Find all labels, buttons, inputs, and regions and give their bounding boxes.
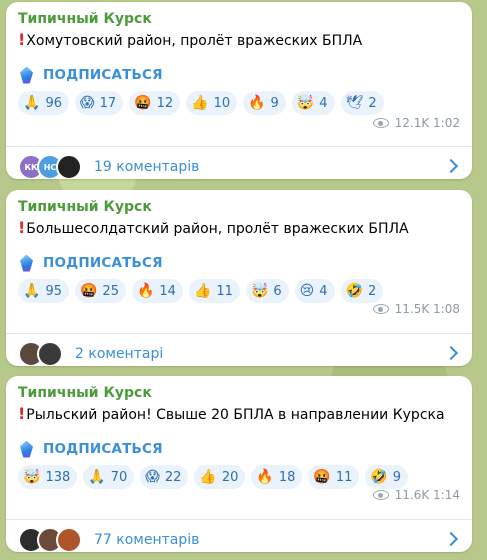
post-card: Типичный Курск !Хомутовский район, пролё… xyxy=(6,2,472,179)
reaction-pill[interactable]: 🤬 11 xyxy=(308,465,360,489)
reaction-emoji: 🔥 xyxy=(248,95,266,111)
reaction-emoji: 🤯 xyxy=(296,95,315,111)
channel-name[interactable]: Типичный Курск xyxy=(18,10,460,28)
channel-name[interactable]: Типичный Курск xyxy=(18,198,460,216)
view-count: 11.6K xyxy=(394,488,430,502)
reaction-emoji: 👍 xyxy=(193,283,212,299)
post-time: 1:02 xyxy=(433,116,460,130)
reactions-bar: 🤯 138 🙏 70 😱 22 👍 20 🔥 18 🤬 11 🤣 9 xyxy=(18,465,460,489)
comments-bar[interactable]: 2 коментарі xyxy=(6,333,472,366)
comments-link[interactable]: 2 коментарі xyxy=(75,346,163,362)
post-meta: 11.6K 1:14 xyxy=(372,488,460,502)
chevron-right-icon xyxy=(443,531,459,547)
reaction-pill[interactable]: 🤯 138 xyxy=(18,465,78,489)
gem-icon xyxy=(20,254,33,272)
reaction-pill[interactable]: 👍 11 xyxy=(188,279,240,303)
reaction-emoji: 🤯 xyxy=(23,469,41,485)
view-count: 11.5K xyxy=(394,302,430,316)
reaction-pill[interactable]: 😱 17 xyxy=(74,91,124,115)
comments-bar[interactable]: КК НС 19 коментарів xyxy=(6,146,472,179)
reaction-emoji: 🤬 xyxy=(313,469,331,485)
channel-name[interactable]: Типичный Курск xyxy=(18,384,460,402)
reaction-emoji: 🤣 xyxy=(345,283,363,299)
avatar xyxy=(56,527,82,552)
subscribe-button[interactable]: ПОДПИСАТЬСЯ xyxy=(18,253,460,273)
view-count: 12.1K xyxy=(394,116,430,130)
post-text: !Хомутовский район, пролёт вражеских БПЛ… xyxy=(18,30,363,49)
reaction-emoji: 👍 xyxy=(191,95,209,111)
reaction-emoji: 🕊 xyxy=(345,95,364,111)
reaction-pill[interactable]: 😱 22 xyxy=(140,465,189,489)
reaction-emoji: 🤯 xyxy=(250,283,269,299)
reaction-pill[interactable]: 👍 10 xyxy=(186,91,238,115)
reaction-pill[interactable]: 🔥 14 xyxy=(131,279,183,303)
reaction-emoji: 👍 xyxy=(199,469,217,485)
reaction-pill[interactable]: 🤬 12 xyxy=(129,91,181,115)
avatar xyxy=(37,341,63,366)
reactions-bar: 🙏 96 😱 17 🤬 12 👍 10 🔥 9 🤯 4 🕊 2 xyxy=(18,91,460,115)
reaction-pill[interactable]: 🙏 96 xyxy=(18,91,69,115)
post-time: 1:08 xyxy=(433,302,460,316)
red-exclamation-icon: ! xyxy=(18,218,26,237)
reaction-emoji: 🔥 xyxy=(256,469,274,485)
reaction-pill[interactable]: 🤯 4 xyxy=(291,91,335,115)
commenter-avatars xyxy=(18,341,63,366)
post-card: Типичный Курск !Рыльский район! Свыше 20… xyxy=(6,376,472,552)
avatar xyxy=(56,154,82,179)
reaction-emoji: 🤬 xyxy=(79,283,98,299)
reaction-emoji: 😱 xyxy=(145,469,160,485)
post-time: 1:14 xyxy=(433,488,460,502)
chevron-right-icon xyxy=(443,158,459,174)
chevron-right-icon xyxy=(443,345,459,361)
reaction-pill[interactable]: 🤬 25 xyxy=(74,279,126,303)
red-exclamation-icon: ! xyxy=(18,30,26,49)
reaction-emoji: 🔥 xyxy=(136,283,155,299)
post-card: Типичный Курск !Большесолдатский район, … xyxy=(6,190,472,366)
reaction-pill[interactable]: 🤯 6 xyxy=(245,279,289,303)
post-text: !Рыльский район! Свыше 20 БПЛА в направл… xyxy=(18,404,445,423)
commenter-avatars xyxy=(18,527,82,552)
reaction-emoji: 😢 xyxy=(299,283,315,299)
reaction-pill[interactable]: 🙏 70 xyxy=(83,465,135,489)
reaction-pill[interactable]: 🕊 2 xyxy=(340,91,384,115)
post-meta: 11.5K 1:08 xyxy=(372,302,460,316)
post-meta: 12.1K 1:02 xyxy=(372,116,460,130)
reaction-pill[interactable]: 🔥 9 xyxy=(243,91,286,115)
commenter-avatars: КК НС xyxy=(18,154,82,179)
red-exclamation-icon: ! xyxy=(18,404,26,423)
comments-link[interactable]: 19 коментарів xyxy=(94,159,199,175)
reaction-pill[interactable]: 👍 20 xyxy=(194,465,246,489)
reaction-pill[interactable]: 😢 4 xyxy=(294,279,335,303)
eye-icon xyxy=(372,304,389,314)
post-text: !Большесолдатский район, пролёт вражески… xyxy=(18,218,409,237)
reaction-pill[interactable]: 🔥 18 xyxy=(251,465,303,489)
reaction-pill[interactable]: 🤣 9 xyxy=(365,465,409,489)
eye-icon xyxy=(372,118,389,128)
reactions-bar: 🙏 95 🤬 25 🔥 14 👍 11 🤯 6 😢 4 🤣 2 xyxy=(18,279,460,303)
comments-link[interactable]: 77 коментарів xyxy=(94,532,199,548)
gem-icon xyxy=(20,66,33,84)
reaction-emoji: 🙏 xyxy=(88,469,106,485)
subscribe-button[interactable]: ПОДПИСАТЬСЯ xyxy=(18,439,460,459)
reaction-emoji: 🤣 xyxy=(370,469,388,485)
eye-icon xyxy=(372,490,389,500)
reaction-pill[interactable]: 🤣 2 xyxy=(340,279,384,303)
reaction-pill[interactable]: 🙏 95 xyxy=(18,279,69,303)
comments-bar[interactable]: 77 коментарів xyxy=(6,519,472,552)
subscribe-button[interactable]: ПОДПИСАТЬСЯ xyxy=(18,65,460,85)
reaction-emoji: 😱 xyxy=(79,95,95,111)
reaction-emoji: 🙏 xyxy=(23,95,41,111)
reaction-emoji: 🙏 xyxy=(23,283,41,299)
reaction-emoji: 🤬 xyxy=(134,95,152,111)
gem-icon xyxy=(20,440,33,458)
